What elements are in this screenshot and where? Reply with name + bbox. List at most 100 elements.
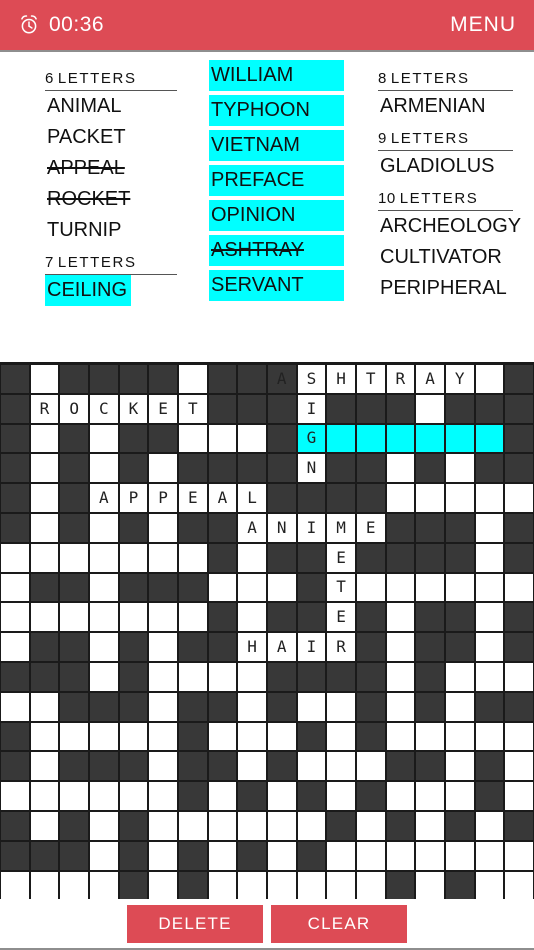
grid-cell[interactable] [207, 661, 238, 692]
word-label[interactable]: TYPHOON [209, 95, 344, 126]
grid-cell[interactable]: P [118, 483, 149, 513]
grid-cell[interactable] [444, 483, 475, 513]
grid-cell[interactable] [385, 602, 416, 633]
grid-cell[interactable] [415, 840, 445, 871]
grid-cell[interactable] [0, 870, 30, 901]
word-list-item[interactable]: WILLIAM [209, 60, 368, 95]
grid-cell[interactable] [474, 542, 505, 573]
grid-cell[interactable] [504, 572, 534, 603]
grid-cell[interactable] [118, 542, 149, 573]
grid-cell[interactable] [207, 423, 238, 454]
grid-cell[interactable]: N [296, 453, 327, 484]
grid-cell[interactable] [415, 393, 445, 424]
grid-cell[interactable] [148, 751, 178, 782]
grid-cell[interactable]: L [237, 483, 267, 513]
grid-cell[interactable] [29, 602, 60, 633]
grid-cell[interactable] [266, 870, 297, 901]
word-list-item[interactable]: TYPHOON [209, 95, 368, 130]
grid-cell[interactable]: S [296, 364, 327, 394]
grid-cell[interactable] [504, 661, 534, 692]
grid-cell[interactable] [266, 810, 297, 841]
grid-cell[interactable] [88, 810, 119, 841]
grid-cell[interactable] [237, 602, 267, 633]
word-label[interactable]: PERIPHERAL [378, 273, 511, 304]
grid-cell[interactable] [237, 423, 267, 454]
word-label[interactable]: ROCKET [45, 184, 134, 215]
grid-cell[interactable] [385, 572, 416, 603]
grid-cell[interactable] [385, 423, 416, 454]
grid-cell[interactable]: T [355, 364, 386, 394]
grid-cell[interactable] [29, 870, 60, 901]
grid-cell[interactable] [148, 840, 178, 871]
grid-cell[interactable] [415, 810, 445, 841]
grid-cell[interactable] [415, 483, 445, 513]
grid-cell[interactable] [148, 721, 178, 752]
grid-cell[interactable] [29, 542, 60, 573]
grid-cell[interactable] [385, 781, 416, 811]
grid-cell[interactable] [326, 751, 356, 782]
grid-cell[interactable] [148, 602, 178, 633]
clear-button[interactable]: CLEAR [271, 904, 407, 943]
grid-cell[interactable] [355, 840, 386, 871]
grid-cell[interactable] [237, 870, 267, 901]
grid-cell[interactable] [385, 840, 416, 871]
grid-cell[interactable] [355, 572, 386, 603]
grid-cell[interactable] [504, 870, 534, 901]
grid-cell[interactable] [326, 691, 356, 722]
grid-cell[interactable] [29, 721, 60, 752]
grid-cell[interactable]: P [148, 483, 178, 513]
grid-cell[interactable] [355, 423, 386, 454]
grid-cell[interactable] [474, 512, 505, 543]
word-label[interactable]: CULTIVATOR [378, 242, 506, 273]
grid-cell[interactable] [237, 721, 267, 752]
grid-cell[interactable] [88, 542, 119, 573]
grid-cell[interactable] [29, 364, 60, 394]
grid-cell[interactable]: C [88, 393, 119, 424]
grid-cell[interactable] [88, 781, 119, 811]
grid-cell[interactable] [0, 542, 30, 573]
grid-cell[interactable] [504, 721, 534, 752]
grid-cell[interactable] [326, 423, 356, 454]
grid-cell[interactable] [385, 453, 416, 484]
grid-cell[interactable]: A [88, 483, 119, 513]
grid-cell[interactable] [148, 512, 178, 543]
delete-button[interactable]: DELETE [127, 904, 263, 943]
grid-cell[interactable] [444, 721, 475, 752]
grid-cell[interactable] [177, 602, 208, 633]
word-list-item[interactable]: PREFACE [209, 165, 368, 200]
grid-cell[interactable] [88, 661, 119, 692]
grid-cell[interactable] [207, 721, 238, 752]
word-label[interactable]: VIETNAM [209, 130, 344, 161]
grid-cell[interactable] [474, 721, 505, 752]
grid-cell[interactable] [326, 721, 356, 752]
grid-cell[interactable] [444, 661, 475, 692]
grid-cell[interactable]: Y [444, 364, 475, 394]
grid-cell[interactable]: A [415, 364, 445, 394]
grid-cell[interactable] [148, 870, 178, 901]
grid-cell[interactable] [148, 632, 178, 662]
grid-cell[interactable] [474, 870, 505, 901]
word-list-item[interactable]: TURNIP [45, 215, 196, 246]
grid-cell[interactable] [29, 453, 60, 484]
word-list-item[interactable]: GLADIOLUS [378, 151, 534, 182]
grid-cell[interactable] [474, 602, 505, 633]
grid-cell[interactable] [29, 781, 60, 811]
grid-cell[interactable] [237, 751, 267, 782]
grid-cell[interactable]: R [326, 632, 356, 662]
grid-cell[interactable] [29, 512, 60, 543]
grid-cell[interactable] [474, 810, 505, 841]
grid-cell[interactable] [29, 483, 60, 513]
grid-cell[interactable]: A [237, 512, 267, 543]
grid-cell[interactable] [29, 751, 60, 782]
grid-cell[interactable] [88, 602, 119, 633]
grid-cell[interactable] [118, 781, 149, 811]
grid-cell[interactable] [355, 751, 386, 782]
grid-cell[interactable]: E [355, 512, 386, 543]
grid-cell[interactable] [385, 661, 416, 692]
grid-cell[interactable] [88, 721, 119, 752]
grid-cell[interactable]: G [296, 423, 327, 454]
grid-cell[interactable] [207, 781, 238, 811]
grid-cell[interactable] [474, 840, 505, 871]
grid-cell[interactable] [474, 423, 505, 454]
grid-cell[interactable] [177, 542, 208, 573]
